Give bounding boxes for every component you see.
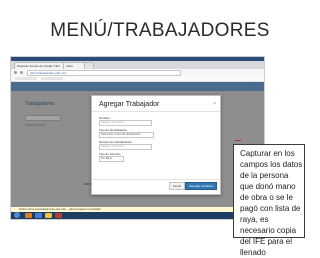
add-worker-button[interactable]	[25, 115, 61, 121]
pointer-line	[235, 140, 241, 141]
folder-icon[interactable]	[45, 213, 52, 218]
add-worker-modal: Agregar Trabajador × Nombre Capture un n…	[91, 95, 221, 195]
instruction-callout: Capturar en los campos los datos de la p…	[233, 144, 305, 257]
start-icon[interactable]	[14, 212, 20, 218]
bookmark-item[interactable]	[15, 77, 37, 80]
id-number-field[interactable]: Capture un número	[99, 144, 152, 150]
forward-icon[interactable]	[20, 71, 23, 74]
slide-title: MENÚ/TRABAJADORES	[50, 20, 270, 41]
close-icon[interactable]: ×	[213, 101, 216, 107]
name-field[interactable]: Capture un nombre	[99, 120, 152, 126]
id-type-select[interactable]: Seleccione el tipo de identificación	[99, 132, 154, 138]
page-heading: Trabajadores	[25, 101, 55, 107]
cancel-button[interactable]: Cerrar	[169, 182, 185, 190]
service-type-select[interactable]: Por Raya	[99, 156, 124, 162]
firefox-icon[interactable]	[25, 213, 32, 218]
back-icon[interactable]	[14, 71, 17, 74]
save-button[interactable]: Guardar Cambios	[185, 182, 217, 190]
browser-tabbar: Pequeño Fondo de Crédito Tábr... Inicio	[11, 61, 264, 70]
notification-bar: Firefox cierra automáticamente este siti…	[11, 207, 264, 212]
bookmark-item[interactable]	[41, 77, 63, 80]
app-icon[interactable]	[55, 213, 62, 218]
screenshot-frame: Pequeño Fondo de Crédito Tábr... Inicio …	[10, 56, 265, 220]
app-header	[11, 82, 264, 91]
divider	[92, 179, 220, 180]
background-label	[25, 124, 45, 126]
explorer-icon[interactable]	[35, 213, 42, 218]
modal-title: Agregar Trabajador	[99, 101, 160, 108]
divider	[92, 111, 220, 112]
